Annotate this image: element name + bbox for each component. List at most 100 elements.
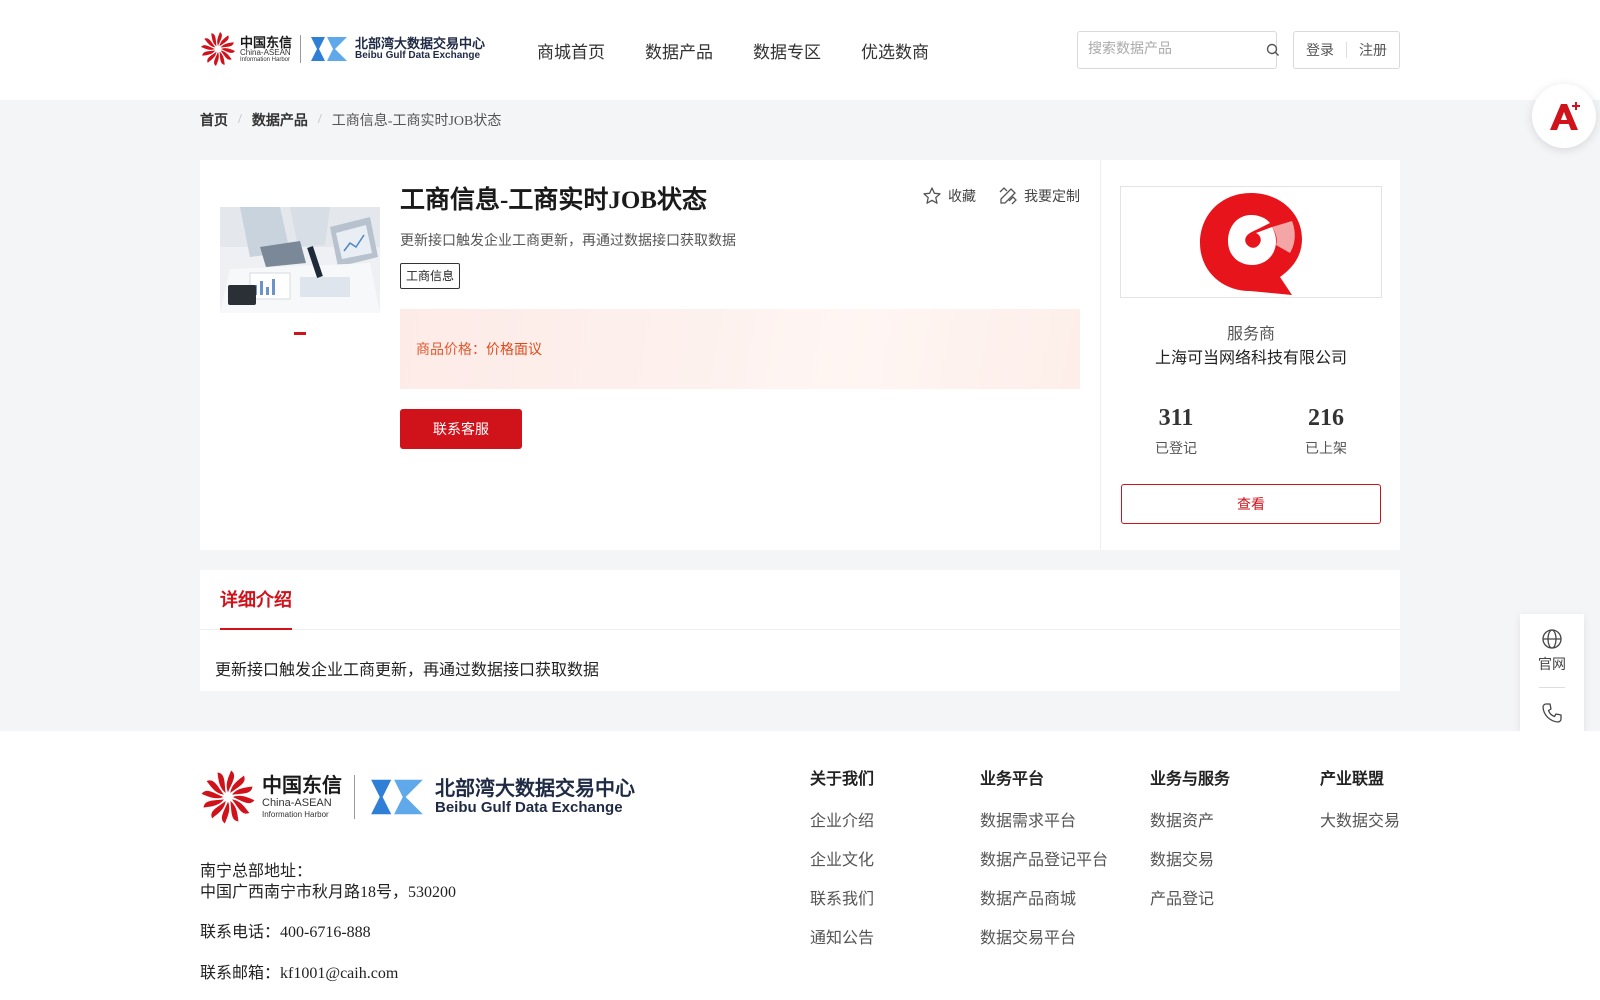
breadcrumb-separator: / bbox=[238, 111, 242, 127]
footer-link-trading-platform[interactable]: 数据交易平台 bbox=[980, 924, 1108, 963]
footer-logo-bx-name: 北部湾大数据交易中心 bbox=[435, 777, 635, 800]
product-panel: 工商信息-工商实时JOB状态 收藏 我要定制 更新接口触发企业工商更新，再通过数… bbox=[200, 160, 1100, 550]
footer-col-title: 产业联盟 bbox=[1320, 771, 1385, 788]
price-box: 商品价格： 价格面议 bbox=[400, 309, 1080, 389]
breadcrumb: 首页 / 数据产品 / 工商信息-工商实时JOB状态 bbox=[200, 100, 1400, 139]
customize-button[interactable]: 我要定制 bbox=[998, 186, 1080, 206]
register-link[interactable]: 注册 bbox=[1359, 40, 1387, 60]
footer-email: 联系邮箱：kf1001@caih.com bbox=[200, 965, 399, 982]
site-logo[interactable]: 中国东信 China-ASEAN Information Harbor 北部湾大… bbox=[200, 30, 485, 68]
footer-col-about: 关于我们 企业介绍 企业文化 联系我们 通知公告 bbox=[810, 765, 874, 963]
nav-data-products[interactable]: 数据产品 bbox=[645, 38, 713, 63]
login-link[interactable]: 登录 bbox=[1306, 40, 1334, 60]
listed-label: 已上架 bbox=[1305, 442, 1347, 457]
footer-link-data-assets[interactable]: 数据资产 bbox=[1150, 807, 1230, 846]
nav-data-zone[interactable]: 数据专区 bbox=[753, 38, 821, 63]
globe-icon bbox=[1542, 628, 1562, 649]
registered-count: 311 bbox=[1158, 405, 1194, 431]
logo-divider bbox=[300, 35, 302, 63]
footer-logo-divider bbox=[354, 775, 355, 819]
provider-brand-icon bbox=[1200, 193, 1302, 295]
provider-name: 上海可当网络科技有限公司 bbox=[1154, 350, 1347, 367]
top-header: 中国东信 China-ASEAN Information Harbor 北部湾大… bbox=[0, 0, 1600, 100]
contact-service-button[interactable]: 联系客服 bbox=[400, 409, 522, 449]
footer-col-services: 业务与服务 数据资产 数据交易 产品登记 bbox=[1150, 765, 1230, 924]
search-box bbox=[1077, 31, 1280, 69]
footer-link-company-intro[interactable]: 企业介绍 bbox=[810, 807, 874, 846]
detail-content: 更新接口触发企业工商更新，再通过数据接口获取数据 bbox=[215, 662, 600, 679]
footer-logo: 中国东信 China-ASEAN Information Harbor 北部湾大… bbox=[200, 769, 635, 825]
nav-preferred-merchants[interactable]: 优选数商 bbox=[861, 38, 929, 63]
china-asean-rose-logo-icon bbox=[201, 32, 235, 66]
footer-link-data-trading[interactable]: 数据交易 bbox=[1150, 846, 1230, 885]
tab-detail-intro[interactable]: 详细介绍 bbox=[220, 570, 292, 630]
footer-address-label: 南宁总部地址： bbox=[200, 863, 313, 880]
footer-col-title: 关于我们 bbox=[810, 771, 875, 788]
logo-bx-en: Beibu Gulf Data Exchange bbox=[355, 49, 481, 61]
footer-logo-cn-en2: Information Harbor bbox=[262, 809, 329, 819]
footer-col-platforms: 业务平台 数据需求平台 数据产品登记平台 数据产品商城 数据交易平台 bbox=[980, 765, 1108, 963]
detail-section: 详细介绍 更新接口触发企业工商更新，再通过数据接口获取数据 bbox=[200, 570, 1400, 691]
beibu-gulf-logo-icon bbox=[311, 37, 348, 61]
breadcrumb-home[interactable]: 首页 bbox=[200, 110, 228, 130]
logo-cn-en2: Information Harbor bbox=[240, 56, 291, 63]
footer-logo-cn-en: China-ASEAN bbox=[262, 796, 332, 809]
product-actions: 收藏 我要定制 bbox=[900, 186, 1080, 206]
price-label: 商品价格： bbox=[416, 343, 486, 358]
footer-link-registration-platform[interactable]: 数据产品登记平台 bbox=[980, 846, 1108, 885]
product-image[interactable] bbox=[220, 207, 380, 313]
favorite-button[interactable]: 收藏 bbox=[922, 186, 976, 206]
footer-link-big-data-trading[interactable]: 大数据交易 bbox=[1320, 807, 1400, 846]
footer-col-title: 业务与服务 bbox=[1150, 771, 1231, 788]
detail-tabbar: 详细介绍 bbox=[200, 570, 1400, 630]
footer-link-demand-platform[interactable]: 数据需求平台 bbox=[980, 807, 1108, 846]
nav-mall-home[interactable]: 商城首页 bbox=[537, 38, 605, 63]
footer-logo-cn-name: 中国东信 bbox=[262, 774, 342, 797]
registered-label: 已登记 bbox=[1155, 442, 1197, 457]
footer-link-contact-us[interactable]: 联系我们 bbox=[810, 885, 874, 924]
star-icon bbox=[923, 187, 941, 204]
assistant-logo-icon bbox=[1550, 102, 1580, 130]
favorite-label: 收藏 bbox=[948, 190, 976, 205]
main-nav: 商城首页 数据产品 数据专区 优选数商 bbox=[537, 38, 969, 63]
footer-address-block: 南宁总部地址： 中国广西南宁市秋月路18号，530200 bbox=[200, 861, 456, 903]
breadcrumb-current: 工商信息-工商实时JOB状态 bbox=[331, 113, 502, 129]
phone-icon bbox=[1542, 702, 1562, 723]
footer-link-product-mall[interactable]: 数据产品商城 bbox=[980, 885, 1108, 924]
logo-bx-name: 北部湾大数据交易中心 bbox=[355, 35, 486, 51]
view-provider-button[interactable]: 查看 bbox=[1121, 484, 1381, 524]
footer-col-alliance: 产业联盟 大数据交易 bbox=[1320, 765, 1400, 846]
floating-assistant-button[interactable] bbox=[1532, 84, 1596, 148]
breadcrumb-separator: / bbox=[317, 111, 322, 127]
pencil-ruler-icon bbox=[999, 187, 1017, 205]
listed-stat: 216 已上架 bbox=[1276, 406, 1376, 458]
footer-address: 中国广西南宁市秋月路18号，530200 bbox=[200, 884, 457, 901]
footer-col-title: 业务平台 bbox=[980, 771, 1045, 788]
product-description: 更新接口触发企业工商更新，再通过数据接口获取数据 bbox=[400, 234, 736, 249]
customize-label: 我要定制 bbox=[1024, 190, 1080, 205]
footer-link-company-culture[interactable]: 企业文化 bbox=[810, 846, 874, 885]
provider-panel: 服务商 上海可当网络科技有限公司 311 已登记 216 已上架 查看 bbox=[1100, 160, 1400, 550]
breadcrumb-category[interactable]: 数据产品 bbox=[252, 110, 308, 130]
provider-label: 服务商 bbox=[1226, 326, 1275, 343]
search-input[interactable] bbox=[1078, 32, 1266, 68]
listed-count: 216 bbox=[1308, 405, 1344, 431]
auth-divider bbox=[1346, 42, 1347, 58]
auth-box: 登录 注册 bbox=[1293, 31, 1400, 69]
footer-logo-bx-en: Beibu Gulf Data Exchange bbox=[435, 798, 623, 816]
footer-link-notices[interactable]: 通知公告 bbox=[810, 924, 874, 963]
registered-stat: 311 已登记 bbox=[1126, 406, 1226, 458]
logo-cn-name: 中国东信 bbox=[240, 34, 293, 50]
website-button[interactable]: 官网 bbox=[1520, 614, 1584, 687]
search-icon[interactable] bbox=[1266, 32, 1280, 68]
price-value: 价格面议 bbox=[486, 343, 542, 358]
footer-phone: 联系电话：400-6716-888 bbox=[200, 924, 371, 941]
carousel-indicator[interactable] bbox=[294, 332, 306, 335]
product-tag: 工商信息 bbox=[400, 263, 461, 289]
provider-logo[interactable] bbox=[1120, 186, 1382, 298]
product-title: 工商信息-工商实时JOB状态 bbox=[400, 187, 707, 214]
logo-cn-en: China-ASEAN bbox=[240, 47, 291, 57]
footer-link-product-registration[interactable]: 产品登记 bbox=[1150, 885, 1230, 924]
website-label: 官网 bbox=[1538, 657, 1566, 673]
china-asean-rose-logo-icon bbox=[201, 770, 255, 824]
